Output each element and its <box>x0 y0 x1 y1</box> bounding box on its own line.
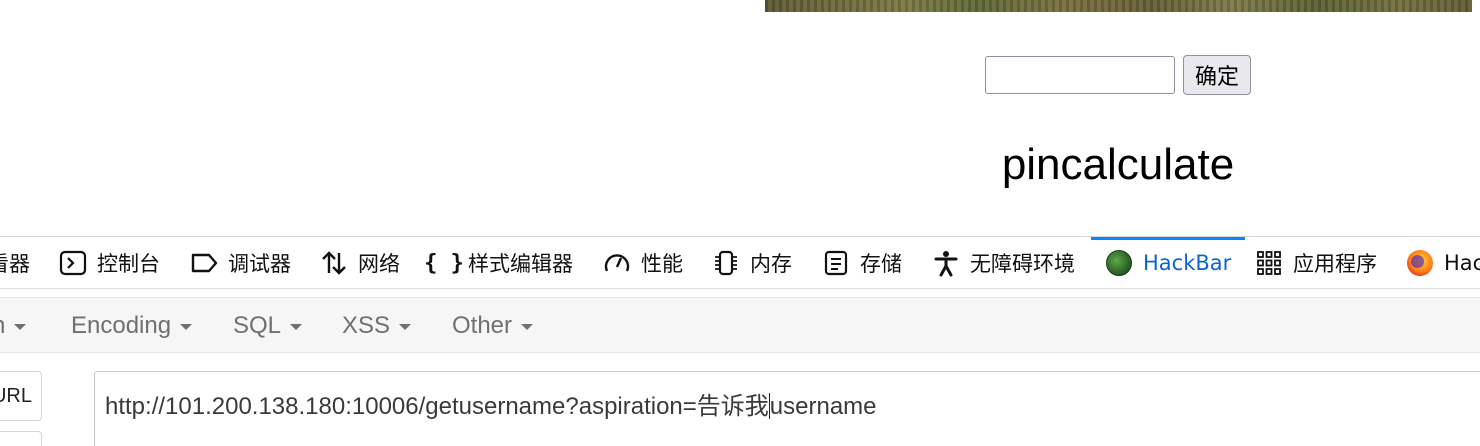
devtools-panel: 看器 控制台 调试器 网络 { } 样式编辑器 <box>0 236 1480 446</box>
menu-label: XSS <box>342 312 391 339</box>
tab-hackbar[interactable]: HackBar <box>1090 237 1246 288</box>
page-heading: pincalculate <box>1001 140 1235 189</box>
header-image <box>765 0 1472 12</box>
menu-item-truncated[interactable]: n <box>0 298 27 354</box>
chevron-down-icon <box>290 324 303 330</box>
network-icon <box>320 249 348 277</box>
tab-label: 调试器 <box>228 252 291 276</box>
tab-label: 性能 <box>641 252 683 276</box>
tab-label: 网络 <box>358 252 400 276</box>
debugger-icon <box>190 249 218 277</box>
url-text-after-caret: username <box>769 393 877 420</box>
tab-performance[interactable]: 性能 <box>603 237 683 288</box>
tab-application[interactable]: 应用程序 <box>1255 237 1377 288</box>
tab-storage[interactable]: 存储 <box>822 237 902 288</box>
tab-label: Hac <box>1444 251 1480 275</box>
tab-memory[interactable]: 内存 <box>712 237 792 288</box>
tab-label: 样式编辑器 <box>468 252 573 276</box>
menu-label: Encoding <box>71 312 172 339</box>
menu-item-other[interactable]: Other <box>452 298 534 354</box>
tab-label: HackBar <box>1143 251 1232 275</box>
performance-icon <box>603 249 631 277</box>
hackbar-menubar: n Encoding SQL XSS Other <box>0 297 1480 353</box>
load-url-button[interactable]: URL <box>0 371 42 421</box>
confirm-button[interactable]: 确定 <box>1183 55 1251 95</box>
web-page: 确定 pincalculate <box>0 0 1480 236</box>
menu-item-sql[interactable]: SQL <box>233 298 303 354</box>
tab-network[interactable]: 网络 <box>320 237 400 288</box>
tab-label: 应用程序 <box>1293 252 1377 276</box>
devtools-tabbar: 看器 控制台 调试器 网络 { } 样式编辑器 <box>0 237 1480 289</box>
menu-label: Other <box>452 312 513 339</box>
tab-style-editor[interactable]: { } 样式编辑器 <box>424 237 573 288</box>
tab-label: 存储 <box>860 252 902 276</box>
chevron-down-icon <box>399 324 412 330</box>
tab-label: 控制台 <box>97 252 160 276</box>
style-editor-icon: { } <box>424 250 464 276</box>
application-icon <box>1255 249 1283 277</box>
storage-icon <box>822 249 850 277</box>
tab-label: 看器 <box>0 252 30 276</box>
text-input[interactable] <box>985 56 1175 94</box>
tab-hackbar-2[interactable]: Hac <box>1406 237 1480 288</box>
chevron-down-icon <box>14 324 27 330</box>
menu-label: n <box>0 312 5 340</box>
tab-label: 内存 <box>750 252 792 276</box>
tab-accessibility[interactable]: 无障碍环境 <box>932 237 1075 288</box>
accessibility-icon <box>932 249 960 277</box>
tab-label: 无障碍环境 <box>970 252 1075 276</box>
url-textarea[interactable]: http://101.200.138.180:10006/getusername… <box>94 371 1480 446</box>
tab-inspector[interactable]: 看器 <box>0 237 30 288</box>
tab-console[interactable]: 控制台 <box>59 237 160 288</box>
menu-label: SQL <box>233 312 282 339</box>
chevron-down-icon <box>180 324 193 330</box>
url-text-before-caret: http://101.200.138.180:10006/getusername… <box>105 393 769 420</box>
chevron-down-icon <box>521 324 534 330</box>
firefox-icon <box>1406 249 1434 277</box>
tab-debugger[interactable]: 调试器 <box>190 237 291 288</box>
split-url-button[interactable] <box>0 431 42 446</box>
memory-icon <box>712 249 740 277</box>
hackbar-icon <box>1105 249 1133 277</box>
menu-item-xss[interactable]: XSS <box>342 298 412 354</box>
menu-item-encoding[interactable]: Encoding <box>71 298 193 354</box>
console-icon <box>59 249 87 277</box>
